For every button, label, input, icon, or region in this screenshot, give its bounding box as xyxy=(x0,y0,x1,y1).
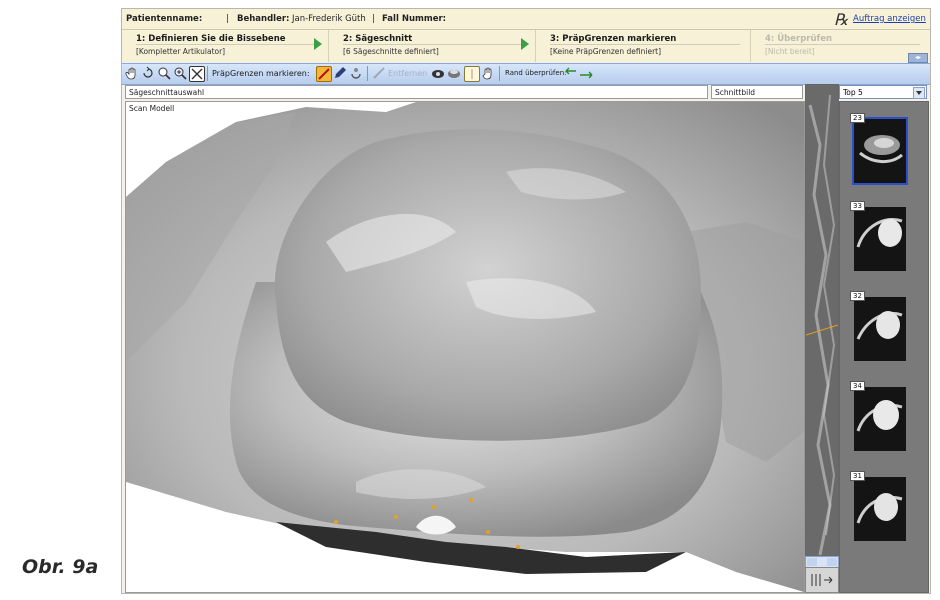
doctor-name: Jan-Frederik Güth xyxy=(292,14,366,24)
zoom-in-icon[interactable] xyxy=(157,66,171,80)
section-thumbnail[interactable]: 32 xyxy=(850,291,906,361)
patient-label: Patientenname: xyxy=(126,14,203,24)
mark-margins-label: PräpGrenzen markieren: xyxy=(212,69,310,78)
top-sections-panel: 23 33 32 34 31 xyxy=(839,101,929,593)
draw-margin-pen-icon[interactable] xyxy=(316,66,332,82)
zoom-window-icon[interactable] xyxy=(173,66,187,80)
margin-point-marker[interactable] xyxy=(432,505,436,509)
eye-icon[interactable] xyxy=(431,66,445,80)
margin-point-marker[interactable] xyxy=(516,545,520,549)
viewport-label: Scan Modell xyxy=(129,104,175,113)
edge-check-arrows-icon[interactable] xyxy=(564,66,594,80)
rx-icon: ℞ xyxy=(834,10,849,29)
section-thumbnail[interactable]: 33 xyxy=(850,201,906,271)
wizard-steps: 1: Definieren Sie die Bissebene [Komplet… xyxy=(122,30,930,63)
layers-icon[interactable] xyxy=(447,66,461,80)
auto-margin-icon[interactable] xyxy=(349,66,363,80)
section-thumbnail[interactable]: 31 xyxy=(850,471,906,541)
app-window: Patientenname: | Behandler: Jan-Frederik… xyxy=(121,8,931,594)
cross-section-field[interactable]: Schnittbild xyxy=(711,85,803,99)
scroll-left-icon[interactable] xyxy=(807,558,817,566)
hand-select-icon[interactable] xyxy=(481,66,495,80)
scan-model-viewport[interactable]: Scan Modell xyxy=(125,101,805,593)
toolbar: PräpGrenzen markieren: Entfernen Rand üb… xyxy=(122,63,930,85)
section-thumbnail[interactable]: 34 xyxy=(850,381,906,451)
case-number-label: Fall Nummer: xyxy=(382,14,447,24)
step-arrow-icon xyxy=(521,38,529,50)
doctor-label: Behandler: xyxy=(237,14,290,24)
step-arrow-icon xyxy=(314,38,322,50)
remove-margin-icon[interactable] xyxy=(372,66,386,80)
show-order-link[interactable]: Auftrag anzeigen xyxy=(853,14,926,24)
fit-view-icon[interactable] xyxy=(189,66,205,82)
top-n-select[interactable]: Top 5 xyxy=(839,85,927,99)
margin-point-marker[interactable] xyxy=(394,515,398,519)
margin-point-marker[interactable] xyxy=(469,498,473,502)
chevron-down-icon[interactable] xyxy=(913,87,925,99)
section-selection-field[interactable]: Sägeschnittauswahl xyxy=(125,85,708,99)
note-icon[interactable] xyxy=(464,66,480,82)
cross-section-strip[interactable] xyxy=(805,84,839,593)
figure-caption: Obr. 9a xyxy=(22,556,99,578)
remove-button[interactable]: Entfernen xyxy=(388,69,427,78)
edit-margin-icon[interactable] xyxy=(333,66,347,80)
step-review: 4: Überprüfen [Nicht bereit] ◂▸ xyxy=(751,30,930,63)
patient-header: Patientenname: | Behandler: Jan-Frederik… xyxy=(122,9,930,30)
check-edge-label: Rand überprüfen: xyxy=(505,69,567,77)
pan-hand-icon[interactable] xyxy=(125,66,139,80)
step-define-bite-plane[interactable]: 1: Definieren Sie die Bissebene [Komplet… xyxy=(122,30,329,62)
rotate-icon[interactable] xyxy=(141,66,155,80)
step-mark-margins[interactable]: 3: PräpGrenzen markieren [Keine PräpGren… xyxy=(536,30,751,62)
section-thumbnail[interactable]: 23 xyxy=(850,113,908,185)
steps-scroll-buttons[interactable]: ◂▸ xyxy=(908,53,928,63)
step-saw-cut[interactable]: 2: Sägeschnitt [6 Sägeschnitte definiert… xyxy=(329,30,536,62)
scroll-right-icon[interactable] xyxy=(827,558,837,566)
strip-tool-button[interactable] xyxy=(805,567,839,593)
margin-point-marker[interactable] xyxy=(334,520,338,524)
tooth-scan-render[interactable] xyxy=(126,102,804,592)
margin-point-marker[interactable] xyxy=(486,530,490,534)
